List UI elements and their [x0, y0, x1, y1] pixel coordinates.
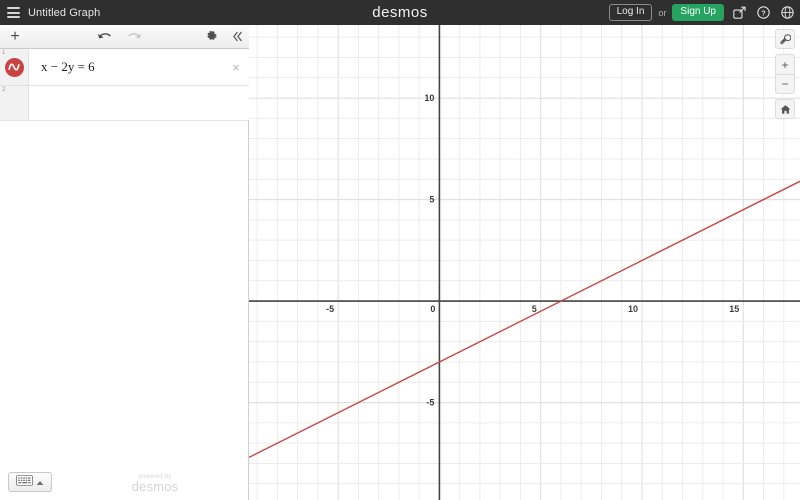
plotted-line-0 — [249, 180, 800, 458]
zoom-in-button[interactable]: + — [775, 54, 795, 74]
gear-icon[interactable] — [203, 29, 219, 45]
expression-toolbar: + — [0, 25, 249, 49]
y-tick-label: 10 — [424, 93, 434, 103]
zoom-controls: + − — [775, 54, 795, 94]
login-button[interactable]: Log In — [608, 4, 653, 21]
expression-index: 1 — [2, 50, 6, 56]
x-tick-label: 5 — [532, 304, 537, 314]
globe-icon[interactable] — [778, 4, 796, 22]
svg-text:?: ? — [761, 8, 766, 17]
keyboard-toggle-button[interactable] — [8, 472, 52, 492]
graph-controls: + − — [775, 29, 795, 119]
x-tick-label: 0 — [430, 304, 435, 314]
header-actions: Log In or Sign Up ? — [608, 0, 796, 25]
or-label: or — [658, 7, 667, 18]
redo-arrow-icon[interactable] — [126, 29, 142, 45]
powered-by-desmos-watermark: powered by desmos — [100, 474, 210, 494]
graph-title[interactable]: Untitled Graph — [26, 7, 100, 19]
y-tick-label: -5 — [426, 398, 434, 408]
top-header-bar: Untitled Graph desmos Log In or Sign Up … — [0, 0, 800, 25]
expression-gutter: 1 — [0, 49, 29, 85]
home-icon[interactable] — [775, 99, 795, 119]
zoom-out-button[interactable]: − — [775, 74, 795, 94]
y-tick-label: 5 — [429, 195, 434, 205]
graph-svg[interactable]: -5 0 5 10 15 -5 5 10 — [249, 25, 800, 500]
help-question-icon[interactable]: ? — [754, 4, 772, 22]
x-tick-label: 10 — [628, 304, 638, 314]
share-icon[interactable] — [730, 4, 748, 22]
expression-list: 1 x − 2y = 6 × 2 — [0, 49, 249, 121]
caret-up-icon — [36, 473, 44, 491]
undo-arrow-icon[interactable] — [96, 29, 112, 45]
x-tick-label: -5 — [326, 304, 334, 314]
signup-button[interactable]: Sign Up — [672, 4, 724, 21]
watermark-small-text: powered by — [138, 474, 172, 481]
expression-gutter: 2 — [0, 86, 29, 120]
graph-canvas[interactable]: -5 0 5 10 15 -5 5 10 — [249, 25, 800, 500]
expression-row-2[interactable]: 2 — [0, 86, 249, 121]
expression-row-1[interactable]: 1 x − 2y = 6 × — [0, 49, 249, 86]
desmos-calculator-app: Untitled Graph desmos Log In or Sign Up … — [0, 0, 800, 500]
expression-index: 2 — [2, 87, 6, 93]
keyboard-icon — [16, 473, 33, 491]
expression-curve-icon[interactable] — [4, 57, 24, 77]
expression-text: x − 2y = 6 — [41, 59, 95, 74]
double-chevron-left-icon[interactable] — [229, 29, 245, 45]
watermark-brand-text: desmos — [131, 479, 179, 495]
brand-label: desmos — [372, 4, 428, 21]
expression-panel: + 1 x − 2y = 6 × 2 powered by desmos — [0, 25, 249, 500]
expression-input-1[interactable]: x − 2y = 6 — [29, 49, 223, 85]
wrench-icon[interactable] — [775, 29, 795, 49]
add-expression-button[interactable]: + — [0, 25, 30, 48]
close-icon[interactable]: × — [223, 49, 249, 85]
hamburger-menu-icon[interactable] — [0, 0, 26, 25]
x-tick-label: 15 — [729, 304, 739, 314]
expression-input-2[interactable] — [29, 86, 249, 120]
